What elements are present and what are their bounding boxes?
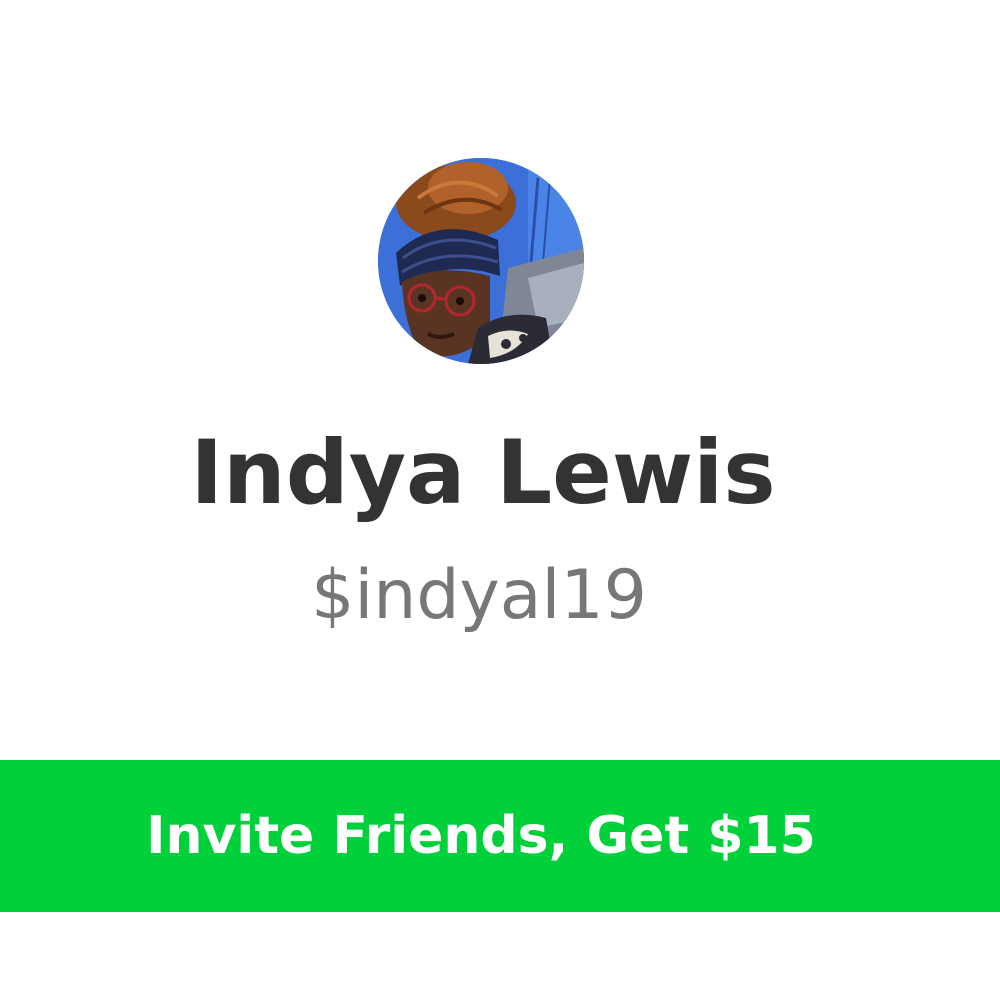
profile-name: Indya Lewis [190, 421, 776, 524]
invite-friends-label: Invite Friends, Get $15 [146, 806, 816, 866]
profile-avatar[interactable] [378, 158, 584, 364]
profile-cashtag: $indyal19 [311, 556, 647, 635]
invite-friends-button[interactable]: Invite Friends, Get $15 [0, 760, 1000, 912]
avatar-photo-icon [378, 158, 584, 364]
